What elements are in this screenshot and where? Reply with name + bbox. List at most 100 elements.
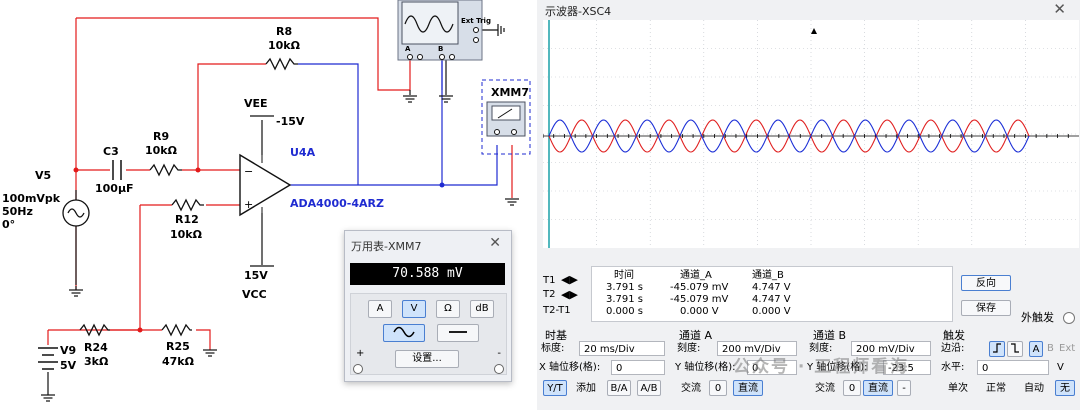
multimeter-window[interactable]: 万用表-XMM7 ✕ 70.588 mV A V Ω dB + - 设置... [344,230,512,382]
delta-channel-a: 0.000 V [680,306,719,317]
capacitor-c3-symbol [112,160,122,180]
delta-time: 0.000 s [606,306,644,317]
trigger-source-b[interactable]: B [1047,344,1054,354]
trigger-level-label: 水平: [941,362,965,373]
falling-edge-icon[interactable] [1007,341,1023,357]
positive-terminal[interactable] [353,364,363,374]
scope-ext-trig-label: Ext Trig [461,17,491,25]
r8-label: R8 [276,25,293,38]
channel-b-invert-button[interactable]: - [897,380,911,396]
r25-label: R25 [166,340,190,353]
reverse-button[interactable]: 反向 [961,275,1011,291]
r9-label: R9 [153,130,170,143]
none-mode-button[interactable]: 无 [1055,380,1075,396]
r9-value: 10kΩ [145,144,177,157]
r24-value: 3kΩ [84,355,109,368]
vee-value: -15V [276,115,305,128]
c3-label: C3 [103,145,119,158]
decibel-button[interactable]: dB [470,300,494,318]
settings-button[interactable]: 设置... [395,350,459,368]
svg-text:−: − [244,165,253,178]
scope-a-label: A [405,45,411,53]
vcc-value: 15V [244,269,268,282]
timebase-title: 时基 [545,329,567,342]
scope-b-label: B [438,45,444,53]
channel-a-zero-button[interactable]: 0 [709,380,727,396]
resistor-r12-symbol [171,198,204,212]
ac-wave-icon [393,326,415,338]
trigger-level-field[interactable]: 0 [977,360,1049,375]
ext-trigger-terminal[interactable] [1063,312,1075,324]
trigger-source-ext[interactable]: Ext [1059,344,1075,354]
close-icon[interactable]: ✕ [1053,0,1066,18]
r12-label: R12 [175,213,199,226]
battery-v9-symbol [38,347,58,370]
negative-terminal[interactable] [494,364,504,374]
t1-arrows-icon[interactable]: ◀▶ [561,274,578,285]
t2-arrows-icon[interactable]: ◀▶ [561,289,578,300]
auto-mode-button[interactable]: 自动 [1019,380,1049,396]
v5-frequency: 50Hz [2,205,33,218]
dc-line-icon [449,331,467,333]
channel-a-ac-button[interactable]: 交流 [677,380,705,396]
t2-time: 3.791 s [606,294,644,305]
rising-edge-icon[interactable] [989,341,1005,357]
channel-b-ac-button[interactable]: 交流 [811,380,839,396]
timebase-scale-label: 标度: [541,343,565,354]
svg-text:+: + [244,198,253,211]
u4a-label: U4A [290,146,316,159]
single-mode-button[interactable]: 单次 [943,380,973,396]
ammeter-button[interactable]: A [368,300,392,318]
save-button[interactable]: 保存 [961,300,1011,316]
close-icon[interactable]: ✕ [489,235,501,251]
trigger-source-a[interactable]: A [1029,341,1043,357]
v5-label: V5 [35,169,52,182]
ab-mode-button[interactable]: A/B [637,380,661,396]
ohmmeter-button[interactable]: Ω [436,300,460,318]
r25-value: 47kΩ [162,355,194,368]
timebase-scale-field[interactable]: 20 ms/Div [579,341,665,356]
channel-b-title: 通道 B [813,329,847,342]
timebase-xpos-label: X 轴位移(格): [539,362,601,373]
opamp-u4a-symbol: − + [239,153,292,217]
t1-channel-a: -45.079 mV [670,282,729,293]
waveform-display [542,20,1079,248]
channel-b-zero-button[interactable]: 0 [843,380,861,396]
oscilloscope-window[interactable]: 示波器-XSC4 ✕ T1 T2 T2-T1 ◀▶ ◀▶ 时间 通道_A 通道_… [537,0,1080,410]
ac-mode-button[interactable] [383,324,425,342]
add-mode-button[interactable]: 添加 [571,380,601,396]
t1-channel-b: 4.747 V [752,282,791,293]
channel-a-scale-label: 刻度: [677,343,701,354]
col-time-header: 时间 [614,270,634,281]
xmm7-label: XMM7 [491,86,530,99]
v9-label: V9 [60,344,77,357]
r24-label: R24 [84,341,108,354]
resistor-r8-symbol [265,57,298,71]
v5-phase: 0° [2,218,16,231]
normal-mode-button[interactable]: 正常 [981,380,1011,396]
col-channel-b-header: 通道_B [752,270,784,281]
negative-terminal-label: - [497,348,501,359]
yt-mode-button[interactable]: Y/T [543,380,567,396]
channel-b-dc-button[interactable]: 直流 [863,380,893,396]
channel-a-title: 通道 A [679,329,713,342]
vcc-label: VCC [242,288,267,301]
positive-terminal-label: + [356,348,365,359]
r8-value: 10kΩ [268,39,300,52]
t2-channel-b: 4.747 V [752,294,791,305]
oscilloscope-title: 示波器-XSC4 [545,5,612,18]
c3-value: 100µF [95,182,134,195]
oscilloscope-screen[interactable] [542,20,1079,248]
voltmeter-button[interactable]: V [402,300,426,318]
dc-mode-button[interactable] [437,324,479,342]
channel-a-ypos-label: Y 轴位移(格): [675,362,736,373]
delta-channel-b: 0.000 V [752,306,791,317]
ba-mode-button[interactable]: B/A [607,380,631,396]
cursor-delta-label: T2-T1 [543,305,571,316]
measurement-table: 时间 通道_A 通道_B 3.791 s -45.079 mV 4.747 V … [591,266,953,322]
timebase-xpos-field[interactable]: 0 [611,360,665,375]
channel-a-dc-button[interactable]: 直流 [733,380,763,396]
r12-value: 10kΩ [170,228,202,241]
t1-time: 3.791 s [606,282,644,293]
t2-channel-a: -45.079 mV [670,294,729,305]
